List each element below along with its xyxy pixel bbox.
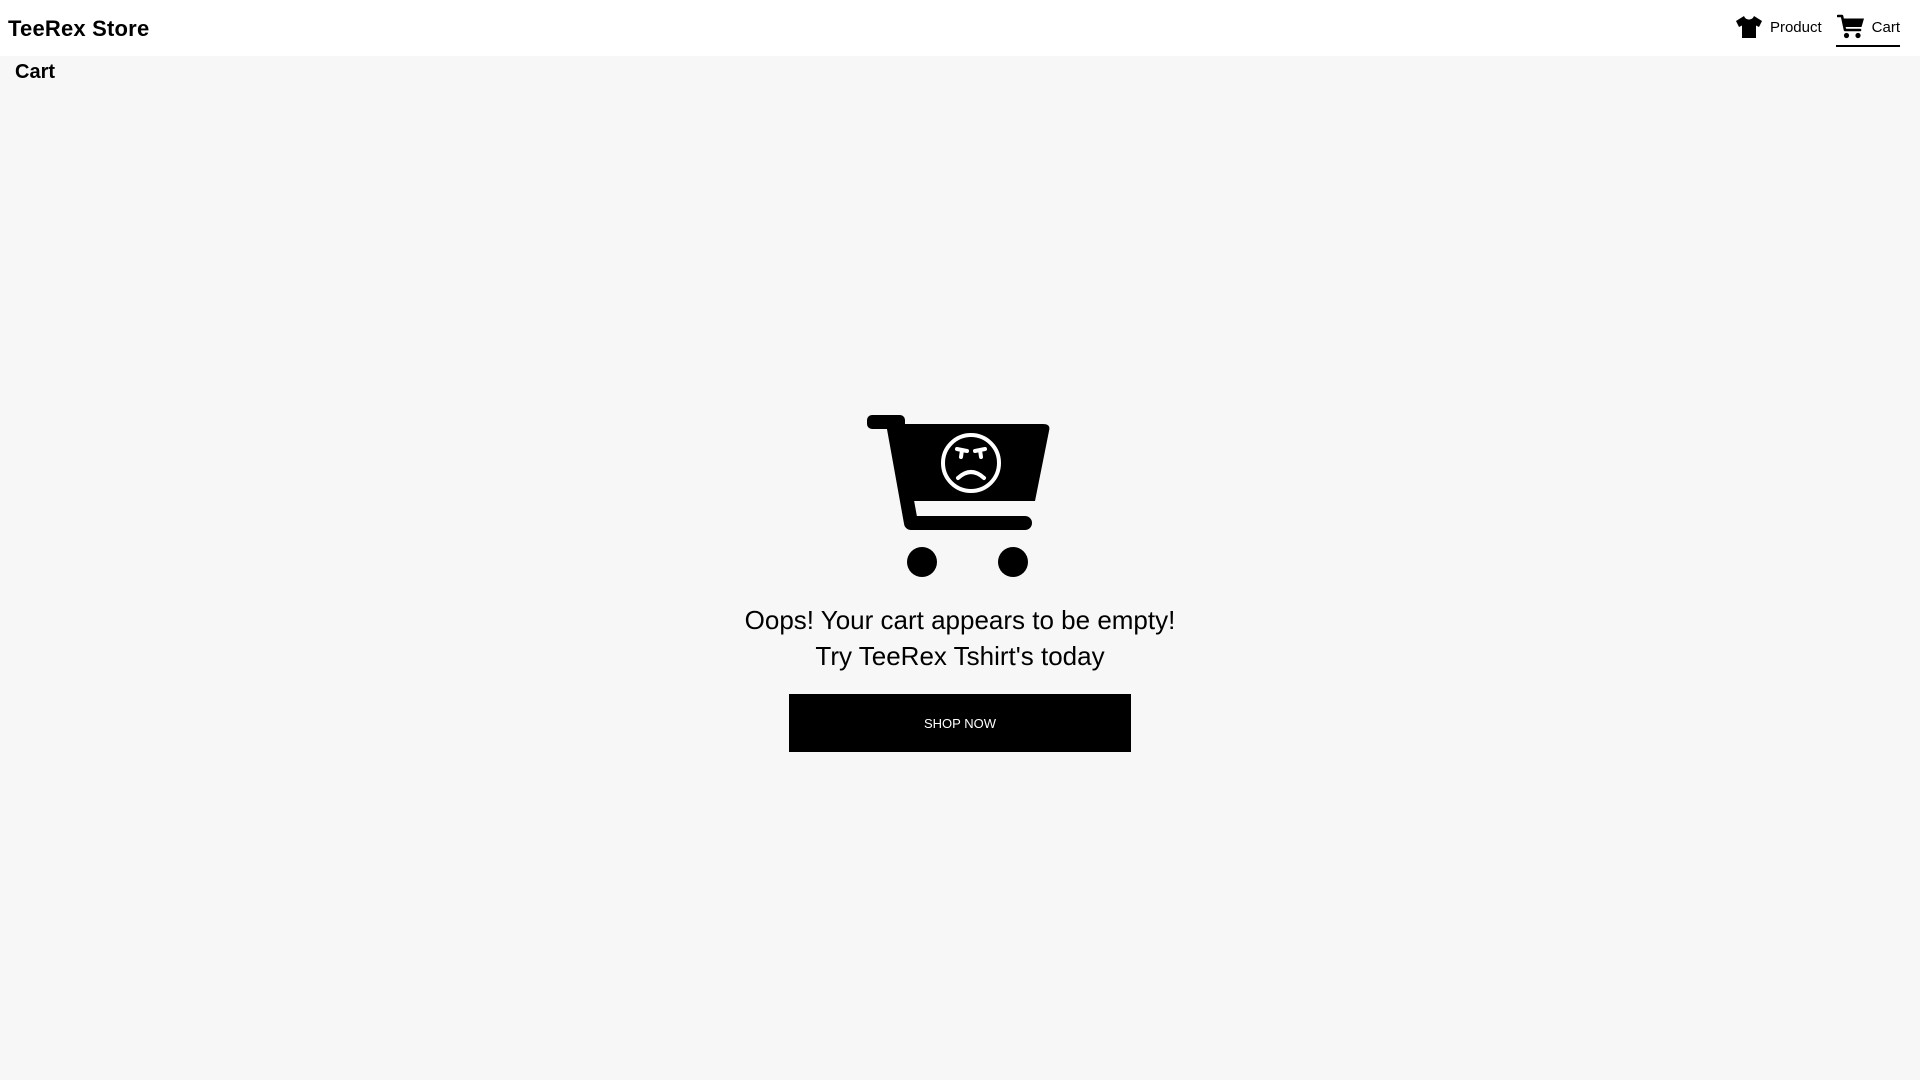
tshirt-icon	[1734, 14, 1764, 40]
empty-cart-message: Oops! Your cart appears to be empty! Try…	[0, 602, 1920, 674]
nav-cart-label: Cart	[1871, 18, 1900, 36]
cart-icon	[1836, 14, 1866, 40]
nav-product-link[interactable]: Product	[1734, 14, 1822, 47]
empty-cart-state: Oops! Your cart appears to be empty! Try…	[0, 415, 1920, 752]
shop-now-button[interactable]: SHOP NOW	[789, 694, 1131, 752]
sad-cart-icon	[867, 415, 1050, 577]
nav-product-label: Product	[1769, 18, 1822, 36]
navbar: TeeRex Store Product Cart	[0, 0, 1920, 56]
nav-cart-link[interactable]: Cart	[1835, 14, 1900, 47]
page-title: Cart	[15, 61, 56, 83]
brand-logo-text[interactable]: TeeRex Store	[8, 16, 149, 42]
empty-cart-message-line1: Oops! Your cart appears to be empty!	[744, 605, 1176, 635]
empty-cart-message-line2: Try TeeRex Tshirt's today	[815, 641, 1105, 671]
nav-links: Product Cart	[1720, 14, 1900, 47]
